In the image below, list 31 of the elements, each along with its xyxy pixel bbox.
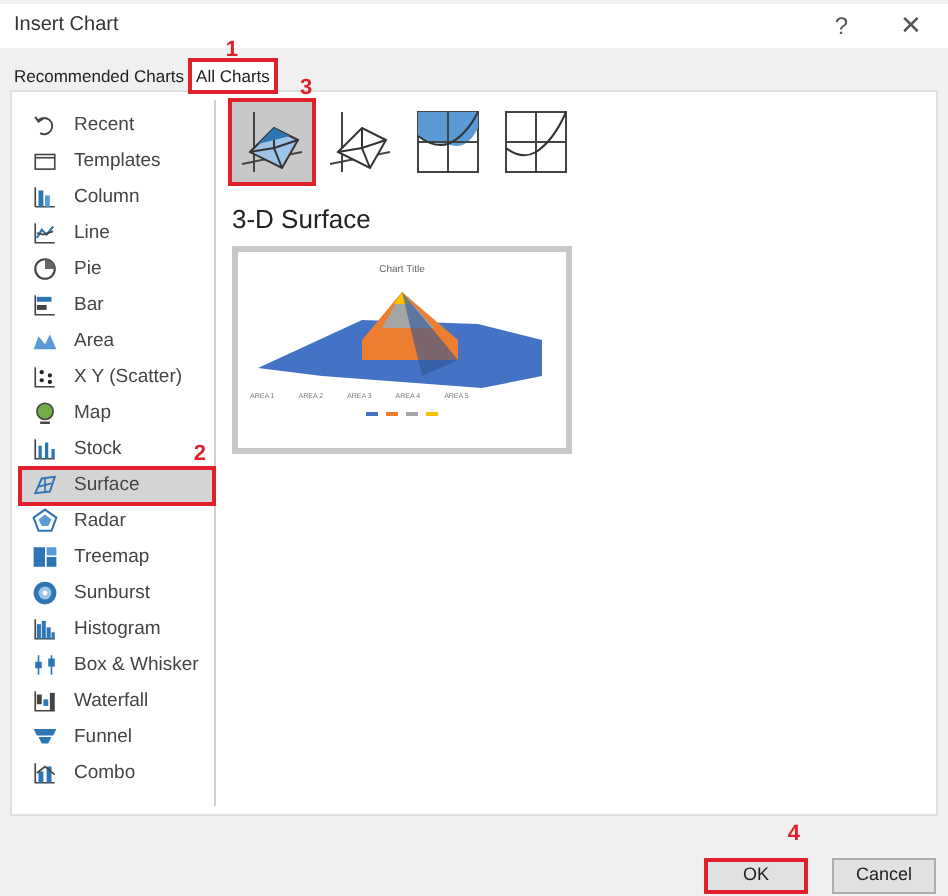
step-number: 1 <box>225 35 239 66</box>
step-number: 4 <box>787 820 800 850</box>
step-number: 2 <box>193 439 206 470</box>
sidebar-item[interactable]: Box & Whisker <box>20 647 203 684</box>
sidebar-item[interactable]: X Y (Scatter) <box>20 359 187 396</box>
sidebar-item[interactable]: Combo <box>20 755 140 792</box>
sidebar-item[interactable]: Templates <box>20 143 165 180</box>
sidebar-item[interactable]: Waterfall <box>20 683 153 720</box>
tab[interactable]: Recommended Charts <box>10 61 189 90</box>
sidebar-item[interactable]: Map <box>20 395 115 432</box>
sidebar-item[interactable]: Area <box>20 323 119 360</box>
sidebar-item[interactable]: Surface <box>20 467 214 504</box>
subtype-title: 3-D Surface <box>232 201 373 238</box>
window-title: Insert Chart <box>14 12 119 41</box>
help-button[interactable]: ? <box>834 7 848 44</box>
close-button[interactable]: ✕ <box>900 6 922 46</box>
sidebar-item[interactable]: Histogram <box>20 611 165 648</box>
cancel-button[interactable]: Cancel <box>832 857 936 894</box>
sidebar-item[interactable]: Pie <box>20 251 106 288</box>
sidebar-item[interactable]: Recent <box>20 107 139 144</box>
sidebar-item[interactable]: Treemap <box>20 539 154 576</box>
sidebar-item[interactable]: Bar <box>20 287 108 324</box>
sidebar-item[interactable]: Stock <box>20 431 126 468</box>
sidebar-item[interactable]: Sunburst <box>20 575 155 612</box>
sidebar-item[interactable]: Column <box>20 179 144 216</box>
sidebar-item[interactable]: Funnel <box>20 719 137 756</box>
sidebar-item[interactable]: Line <box>20 215 114 252</box>
sidebar-item[interactable]: Radar <box>20 503 130 540</box>
step-number: 3 <box>300 73 313 104</box>
tab[interactable]: All Charts <box>192 61 274 90</box>
ok-button[interactable]: OK <box>704 857 808 894</box>
